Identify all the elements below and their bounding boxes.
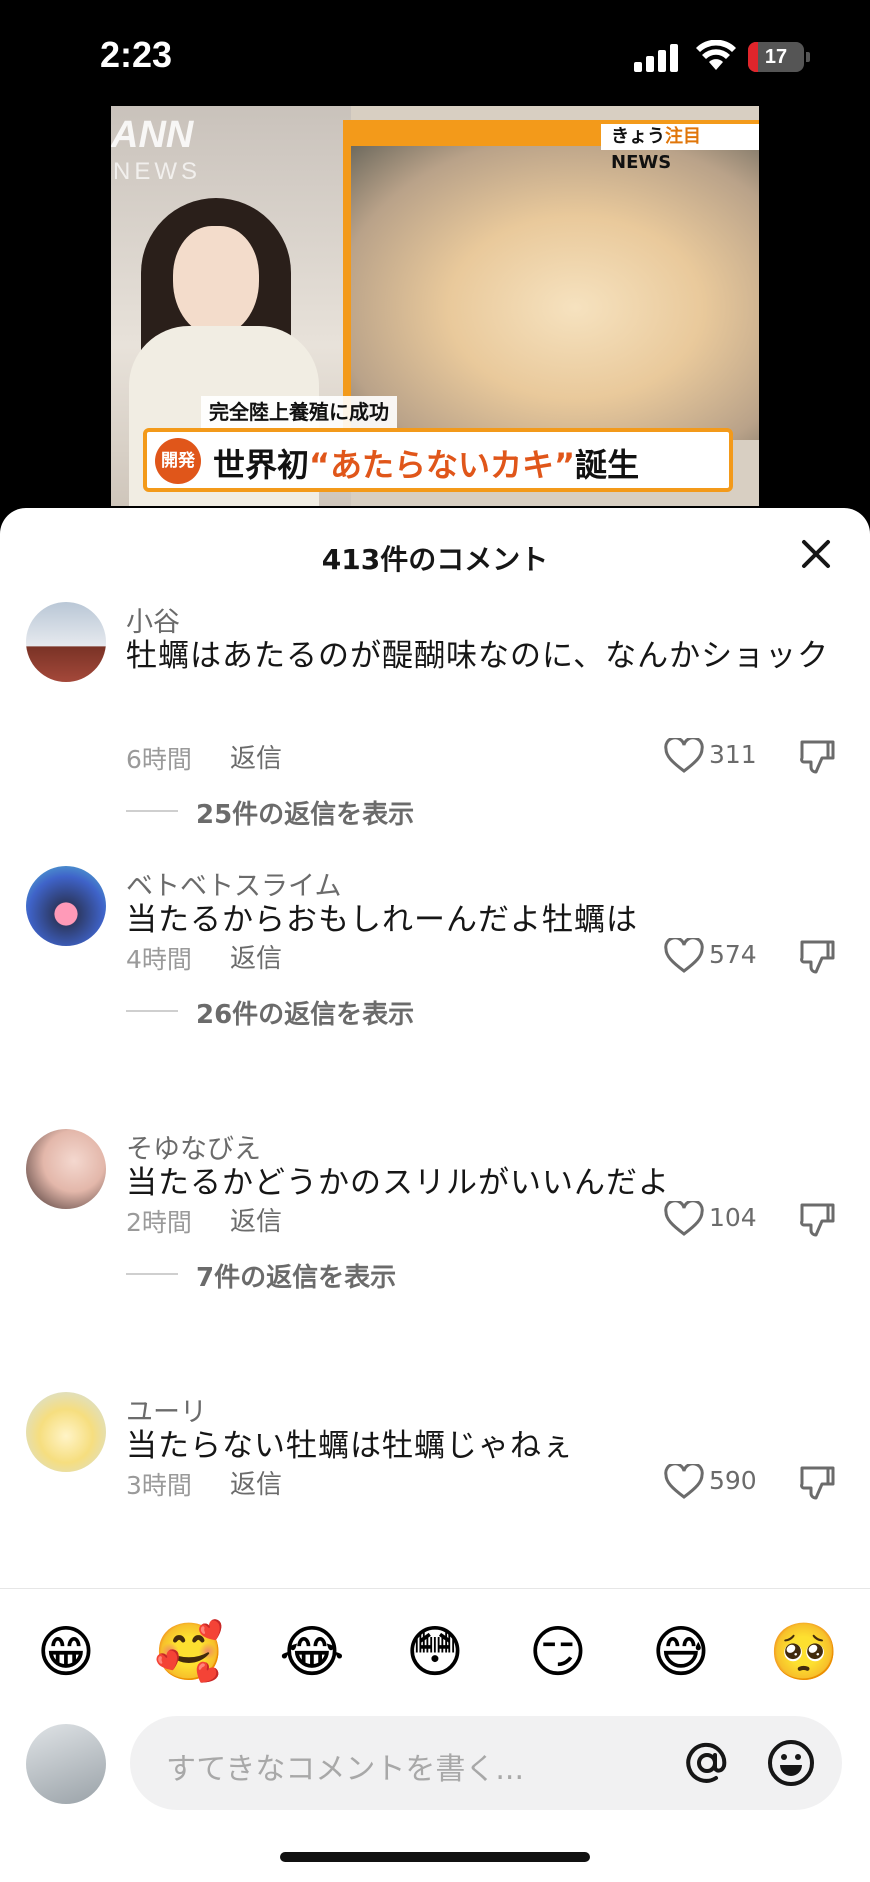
comment-time: 3時間 <box>126 1471 192 1500</box>
video-player[interactable]: ANN NEWS きょう注目 NEWS 完全陸上養殖に成功 開発 世界初“あたらな… <box>111 106 759 506</box>
news-tag-prefix: きょう <box>611 126 665 147</box>
wifi-icon <box>696 40 736 70</box>
ann-logo: ANN <box>111 114 194 156</box>
emoji-grin-button[interactable]: 😁 <box>31 1618 101 1688</box>
composer-divider <box>0 1588 870 1589</box>
like-count: 574 <box>709 940 757 969</box>
heart-icon[interactable] <box>664 1464 704 1500</box>
replies-divider <box>126 1010 178 1012</box>
replies-divider <box>126 810 178 812</box>
my-avatar <box>26 1724 106 1804</box>
news-tag-suffix: NEWS <box>611 152 672 173</box>
status-time: 2:23 <box>100 34 173 75</box>
thumbs-down-icon[interactable] <box>798 1201 836 1239</box>
comments-sheet: 413件のコメント 小谷 牡蠣はあたるのが醍醐味なのに、なんかショック 6時間 … <box>0 508 870 1882</box>
comment-list[interactable]: 小谷 牡蠣はあたるのが醍醐味なのに、なんかショック 6時間 返信 311 25件… <box>0 588 870 1588</box>
like-count: 104 <box>709 1203 757 1232</box>
headline-prefix: 世界初 <box>213 446 310 484</box>
emoji-smirk-button[interactable]: 😏 <box>523 1618 593 1688</box>
view-replies-link[interactable]: 26件の返信を表示 <box>196 994 414 1031</box>
reply-button[interactable]: 返信 <box>230 738 282 775</box>
ann-logo-sub: NEWS <box>113 158 201 185</box>
avatar[interactable] <box>26 1129 106 1209</box>
oyster-image <box>351 146 759 440</box>
at-icon[interactable] <box>682 1738 732 1788</box>
status-bar: 2:23 17 <box>0 0 870 110</box>
news-anchor-face <box>173 226 259 336</box>
comment-composer: すてきなコメントを書く... <box>0 1704 870 1814</box>
comment-time: 6時間 <box>126 745 192 774</box>
heart-icon[interactable] <box>664 938 704 974</box>
news-tag-highlight: 注目 <box>665 126 701 147</box>
comment-input-placeholder: すてきなコメントを書く... <box>166 1752 525 1787</box>
headline-badge: 開発 <box>155 438 201 484</box>
comments-count-title: 413件のコメント <box>321 543 549 576</box>
battery-icon: 17 <box>748 42 810 72</box>
heart-icon[interactable] <box>664 738 704 774</box>
view-replies-link[interactable]: 25件の返信を表示 <box>196 794 414 831</box>
emoji-flushed-button[interactable]: 😳 <box>400 1618 470 1688</box>
comment-input[interactable]: すてきなコメントを書く... <box>130 1716 842 1810</box>
emoji-joy-button[interactable]: 😂 <box>277 1618 347 1688</box>
avatar[interactable] <box>26 1392 106 1472</box>
reply-button[interactable]: 返信 <box>230 1201 282 1238</box>
heart-icon[interactable] <box>664 1201 704 1237</box>
comment-text: 牡蠣はあたるのが醍醐味なのに、なんかショック <box>126 638 830 674</box>
close-icon[interactable] <box>796 534 836 574</box>
video-headline: 開発 世界初“あたらないカキ”誕生 <box>143 428 733 492</box>
emoji-quick-bar: 😁 🥰 😂 😳 😏 😅 🥺 <box>0 1618 870 1688</box>
comment-time: 2時間 <box>126 1208 192 1237</box>
thumbs-down-icon[interactable] <box>798 938 836 976</box>
emoji-sweat-smile-button[interactable]: 😅 <box>646 1618 716 1688</box>
avatar[interactable] <box>26 866 106 946</box>
reply-button[interactable]: 返信 <box>230 1464 282 1501</box>
like-count: 311 <box>709 740 757 769</box>
battery-percent: 17 <box>764 46 788 68</box>
emoji-icon[interactable] <box>766 1738 816 1788</box>
reply-button[interactable]: 返信 <box>230 938 282 975</box>
thumbs-down-icon[interactable] <box>798 738 836 776</box>
screen: 2:23 17 ANN NEWS きょう注目 NEWS 完全陸上養殖に成功 開発 … <box>0 0 870 1882</box>
thumbs-down-icon[interactable] <box>798 1464 836 1502</box>
emoji-hearts-button[interactable]: 🥰 <box>154 1618 224 1688</box>
like-count: 590 <box>709 1466 757 1495</box>
emoji-pleading-button[interactable]: 🥺 <box>769 1618 839 1688</box>
video-subcaption: 完全陸上養殖に成功 <box>201 396 397 428</box>
home-indicator[interactable] <box>280 1852 590 1862</box>
replies-divider <box>126 1273 178 1275</box>
headline-suffix: 誕生 <box>575 446 640 484</box>
view-replies-link[interactable]: 7件の返信を表示 <box>196 1257 396 1294</box>
avatar[interactable] <box>26 602 106 682</box>
headline-text: 世界初“あたらないカキ”誕生 <box>213 440 639 486</box>
headline-highlight: “あたらないカキ” <box>309 446 576 484</box>
cellular-signal-icon <box>634 44 680 72</box>
news-tag: きょう注目 NEWS <box>601 124 759 173</box>
comment-time: 4時間 <box>126 945 192 974</box>
